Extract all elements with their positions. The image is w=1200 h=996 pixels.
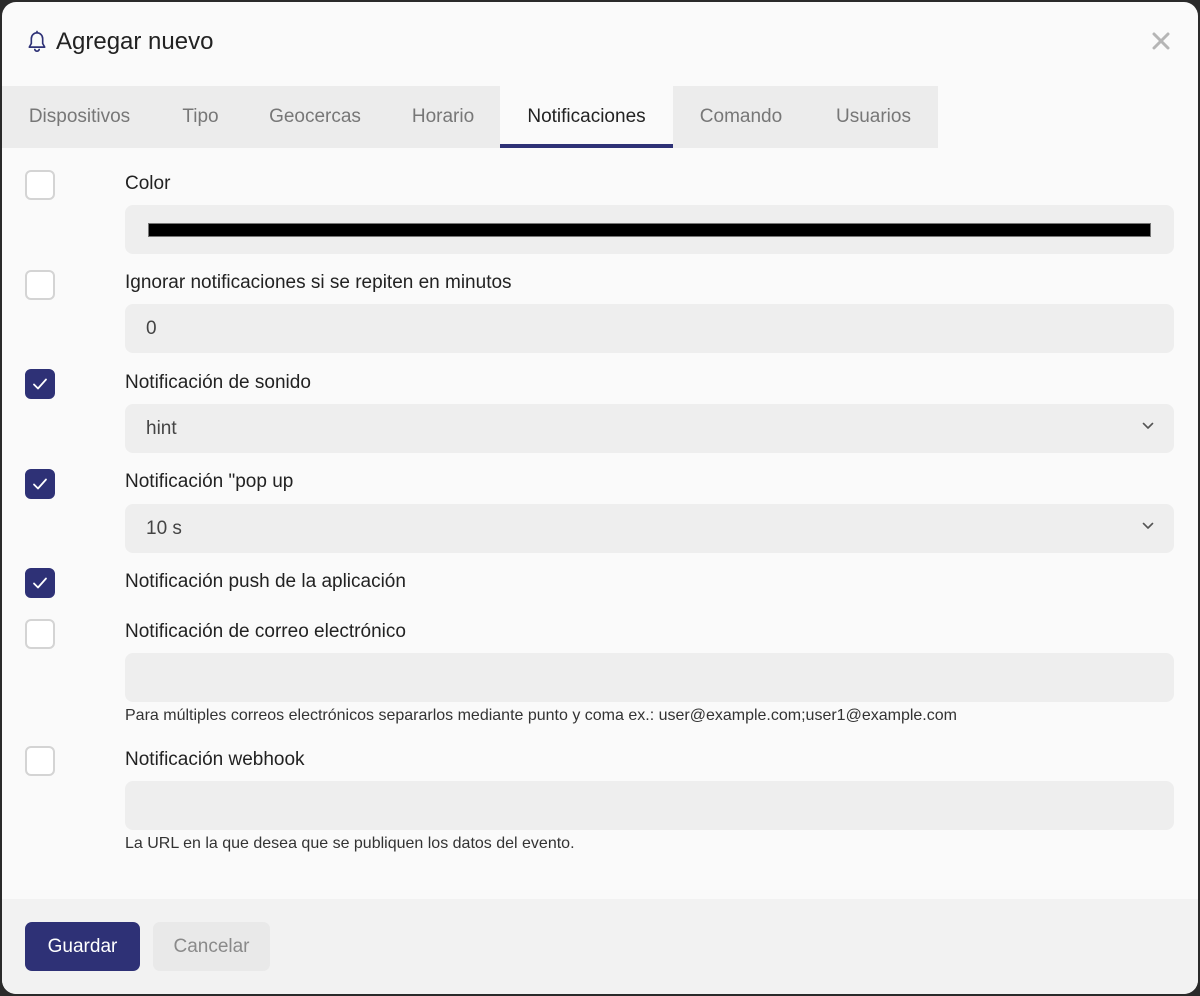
chevron-down-icon [1142, 422, 1154, 429]
tab-horario[interactable]: Horario [386, 86, 500, 148]
tab-geocercas[interactable]: Geocercas [244, 86, 386, 148]
email-input[interactable] [125, 653, 1174, 702]
chevron-down-icon [1142, 522, 1154, 529]
color-label: Color [125, 173, 171, 194]
dialog-title: Agregar nuevo [56, 28, 214, 55]
sound-checkbox[interactable] [25, 369, 55, 399]
close-button[interactable] [1148, 28, 1174, 54]
popup-checkbox[interactable] [25, 469, 55, 499]
dialog-header: Agregar nuevo [2, 2, 1198, 86]
save-button[interactable]: Guardar [25, 922, 140, 971]
webhook-hint: La URL en la que desea que se publiquen … [125, 835, 575, 852]
popup-select-value: 10 s [146, 517, 182, 539]
webhook-label: Notificación webhook [125, 749, 305, 770]
ignore-minutes-input[interactable]: 0 [125, 304, 1174, 353]
tab-tipo[interactable]: Tipo [157, 86, 244, 148]
email-hint: Para múltiples correos electrónicos sepa… [125, 707, 957, 724]
sound-select-value: hint [146, 417, 177, 439]
dialog-title-wrap: Agregar nuevo [26, 28, 213, 56]
webhook-checkbox[interactable] [25, 746, 55, 776]
add-new-dialog: Agregar nuevo Dispositivos Tipo Geocerca… [2, 2, 1198, 994]
ignore-repeat-label: Ignorar notificaciones si se repiten en … [125, 272, 512, 293]
check-icon [33, 478, 47, 490]
email-checkbox[interactable] [25, 619, 55, 649]
tab-dispositivos[interactable]: Dispositivos [2, 86, 157, 148]
bell-icon [28, 30, 46, 52]
tab-notificaciones[interactable]: Notificaciones [500, 86, 673, 148]
check-icon [33, 577, 47, 589]
tab-comando[interactable]: Comando [673, 86, 809, 148]
sound-label: Notificación de sonido [125, 372, 311, 393]
tab-bar: Dispositivos Tipo Geocercas Horario Noti… [2, 86, 938, 148]
push-checkbox[interactable] [25, 568, 55, 598]
close-icon [1152, 32, 1170, 50]
cancel-button[interactable]: Cancelar [153, 922, 270, 971]
sound-select[interactable]: hint [125, 404, 1174, 453]
popup-label: Notificación "pop up [125, 471, 294, 492]
email-label: Notificación de correo electrónico [125, 621, 406, 642]
push-label: Notificación push de la aplicación [125, 571, 406, 592]
dialog-footer: Guardar Cancelar [2, 899, 1198, 994]
ignore-repeat-checkbox[interactable] [25, 270, 55, 300]
color-picker[interactable] [125, 205, 1174, 254]
webhook-url-input[interactable] [125, 781, 1174, 830]
check-icon [33, 378, 47, 390]
popup-duration-select[interactable]: 10 s [125, 504, 1174, 553]
color-swatch [148, 223, 1151, 237]
tab-usuarios[interactable]: Usuarios [809, 86, 938, 148]
color-checkbox[interactable] [25, 170, 55, 200]
